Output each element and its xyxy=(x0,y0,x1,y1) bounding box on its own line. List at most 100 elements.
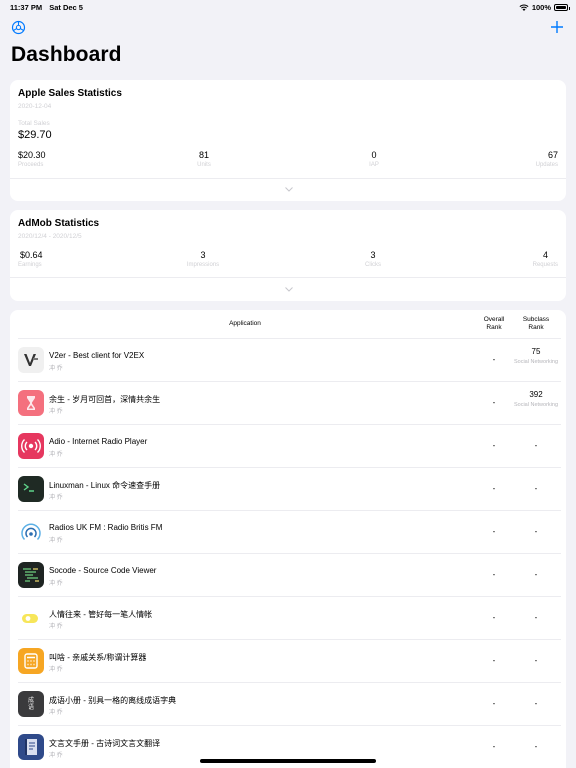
overall-rank: - xyxy=(492,742,496,751)
chevron-down-icon[interactable] xyxy=(285,287,293,292)
ticket-icon xyxy=(18,605,44,631)
table-row[interactable]: Socode - Source Code Viewer 冲 乔 - - xyxy=(10,554,566,597)
subclass-rank: 75 xyxy=(531,347,541,356)
app-name: 成语小册 - 别具一格的离线成语字典 xyxy=(49,696,177,705)
app-developer: 冲 乔 xyxy=(49,409,63,415)
app-developer: 冲 乔 xyxy=(49,538,63,544)
add-button[interactable] xyxy=(550,20,564,34)
requests-value: 4 xyxy=(542,250,548,260)
overall-rank: - xyxy=(492,656,496,665)
table-row[interactable]: Adio - Internet Radio Player 冲 乔 - - xyxy=(10,425,566,468)
clicks-value: 3 xyxy=(370,250,376,260)
status-date: Sat Dec 5 xyxy=(49,3,83,12)
idiom-icon-text: 成语 xyxy=(27,697,34,711)
chevron-down-icon[interactable] xyxy=(285,187,293,192)
overall-rank: - xyxy=(492,398,496,407)
subclass-rank: - xyxy=(534,441,538,450)
overall-rank: - xyxy=(492,527,496,536)
calculator-icon xyxy=(18,648,44,674)
page-title: Dashboard xyxy=(11,43,122,66)
table-row[interactable]: 人情往来 - 管好每一笔人情帐 冲 乔 - - xyxy=(10,597,566,640)
proceeds-value: $20.30 xyxy=(18,150,46,160)
idiom-icon: 成语 xyxy=(18,691,44,717)
impressions-value: 3 xyxy=(200,250,206,260)
iap-label: IAP xyxy=(369,162,379,168)
subclass-category: Social Networking xyxy=(513,402,559,408)
status-bar: 11:37 PM Sat Dec 5 100% xyxy=(0,0,576,14)
subclass-rank: - xyxy=(534,570,538,579)
app-name: 文言文手册 - 古诗词文言文翻译 xyxy=(49,739,161,748)
overall-rank: - xyxy=(492,441,496,450)
updates-value: 67 xyxy=(547,150,558,160)
app-developer: 冲 乔 xyxy=(49,710,63,716)
plus-icon xyxy=(551,21,563,33)
app-name: Linuxman - Linux 命令速查手册 xyxy=(49,481,161,490)
clicks-label: Clicks xyxy=(365,262,381,268)
apple-sales-card: Apple Sales Statistics 2020-12-04 Total … xyxy=(10,80,566,201)
subclass-rank: - xyxy=(534,742,538,751)
table-row[interactable]: Radios UK FM : Radio Britis FM 冲 乔 - - xyxy=(10,511,566,554)
app-developer: 冲 乔 xyxy=(49,366,63,372)
earnings-label: Earnings xyxy=(18,262,42,268)
subclass-rank: - xyxy=(534,527,538,536)
settings-icon[interactable] xyxy=(11,20,26,35)
table-row[interactable]: 成语 成语小册 - 别具一格的离线成语字典 冲 乔 - - xyxy=(10,683,566,726)
app-developer: 冲 乔 xyxy=(49,753,63,759)
overall-rank: - xyxy=(492,613,496,622)
app-developer: 冲 乔 xyxy=(49,581,63,587)
app-developer: 冲 乔 xyxy=(49,495,63,501)
table-row[interactable]: Linuxman - Linux 命令速查手册 冲 乔 - - xyxy=(10,468,566,511)
table-row[interactable]: 余生 - 岁月可回首，深情共余生 冲 乔 - 392 Social Networ… xyxy=(10,382,566,425)
overall-rank: - xyxy=(492,570,496,579)
column-header-subclass-rank: Subclass Rank xyxy=(522,316,550,331)
table-row[interactable]: 叫啥 - 亲戚关系/称谓计算器 冲 乔 - - xyxy=(10,640,566,683)
app-name: 余生 - 岁月可回首，深情共余生 xyxy=(49,395,161,404)
status-time: 11:37 PM xyxy=(10,3,43,12)
home-indicator[interactable] xyxy=(200,759,376,763)
code-icon xyxy=(18,562,44,588)
subclass-category: Social Networking xyxy=(513,359,559,365)
radio-icon xyxy=(18,433,44,459)
terminal-icon xyxy=(18,476,44,502)
column-header-application: Application xyxy=(229,320,261,327)
card-date: 2020/12/4 - 2020/12/5 xyxy=(18,233,82,240)
battery-percent: 100% xyxy=(531,3,551,12)
app-name: 人情往来 - 管好每一笔人情帐 xyxy=(49,610,153,619)
subclass-rank: - xyxy=(534,613,538,622)
total-sales-value: $29.70 xyxy=(18,129,52,141)
app-name: Adio - Internet Radio Player xyxy=(49,437,148,446)
earnings-value: $0.64 xyxy=(20,250,43,260)
card-title: AdMob Statistics xyxy=(18,218,100,229)
subclass-rank: - xyxy=(534,656,538,665)
app-developer: 冲 乔 xyxy=(49,452,63,458)
card-title: Apple Sales Statistics xyxy=(18,88,122,99)
overall-rank: - xyxy=(492,355,496,364)
subclass-rank: - xyxy=(534,699,538,708)
subclass-rank: 392 xyxy=(529,390,543,399)
hourglass-icon xyxy=(18,390,44,416)
iap-value: 0 xyxy=(371,150,377,160)
app-rank-table: Application Overall Rank Subclass Rank V… xyxy=(10,310,566,768)
subclass-rank: - xyxy=(534,484,538,493)
column-header-overall-rank: Overall Rank xyxy=(483,316,505,331)
table-row[interactable]: V2er - Best client for V2EX 冲 乔 - 75 Soc… xyxy=(10,339,566,382)
impressions-label: Impressions xyxy=(186,262,220,268)
app-name: V2er - Best client for V2EX xyxy=(49,351,145,360)
book-icon xyxy=(18,734,44,760)
wifi-icon xyxy=(519,3,529,11)
v2er-icon xyxy=(18,347,44,373)
overall-rank: - xyxy=(492,484,496,493)
app-name: Radios UK FM : Radio Britis FM xyxy=(49,523,163,532)
app-name: 叫啥 - 亲戚关系/称谓计算器 xyxy=(49,653,147,662)
app-developer: 冲 乔 xyxy=(49,624,63,630)
proceeds-label: Proceeds xyxy=(18,162,44,168)
total-sales-label: Total Sales xyxy=(18,120,50,127)
card-date: 2020-12-04 xyxy=(18,103,52,110)
app-developer: 冲 乔 xyxy=(49,667,63,673)
broadcast-icon xyxy=(18,519,44,545)
units-value: 81 xyxy=(198,150,209,160)
overall-rank: - xyxy=(492,699,496,708)
admob-card: AdMob Statistics 2020/12/4 - 2020/12/5 $… xyxy=(10,210,566,301)
units-label: Units xyxy=(197,162,211,168)
requests-label: Requests xyxy=(532,262,558,268)
